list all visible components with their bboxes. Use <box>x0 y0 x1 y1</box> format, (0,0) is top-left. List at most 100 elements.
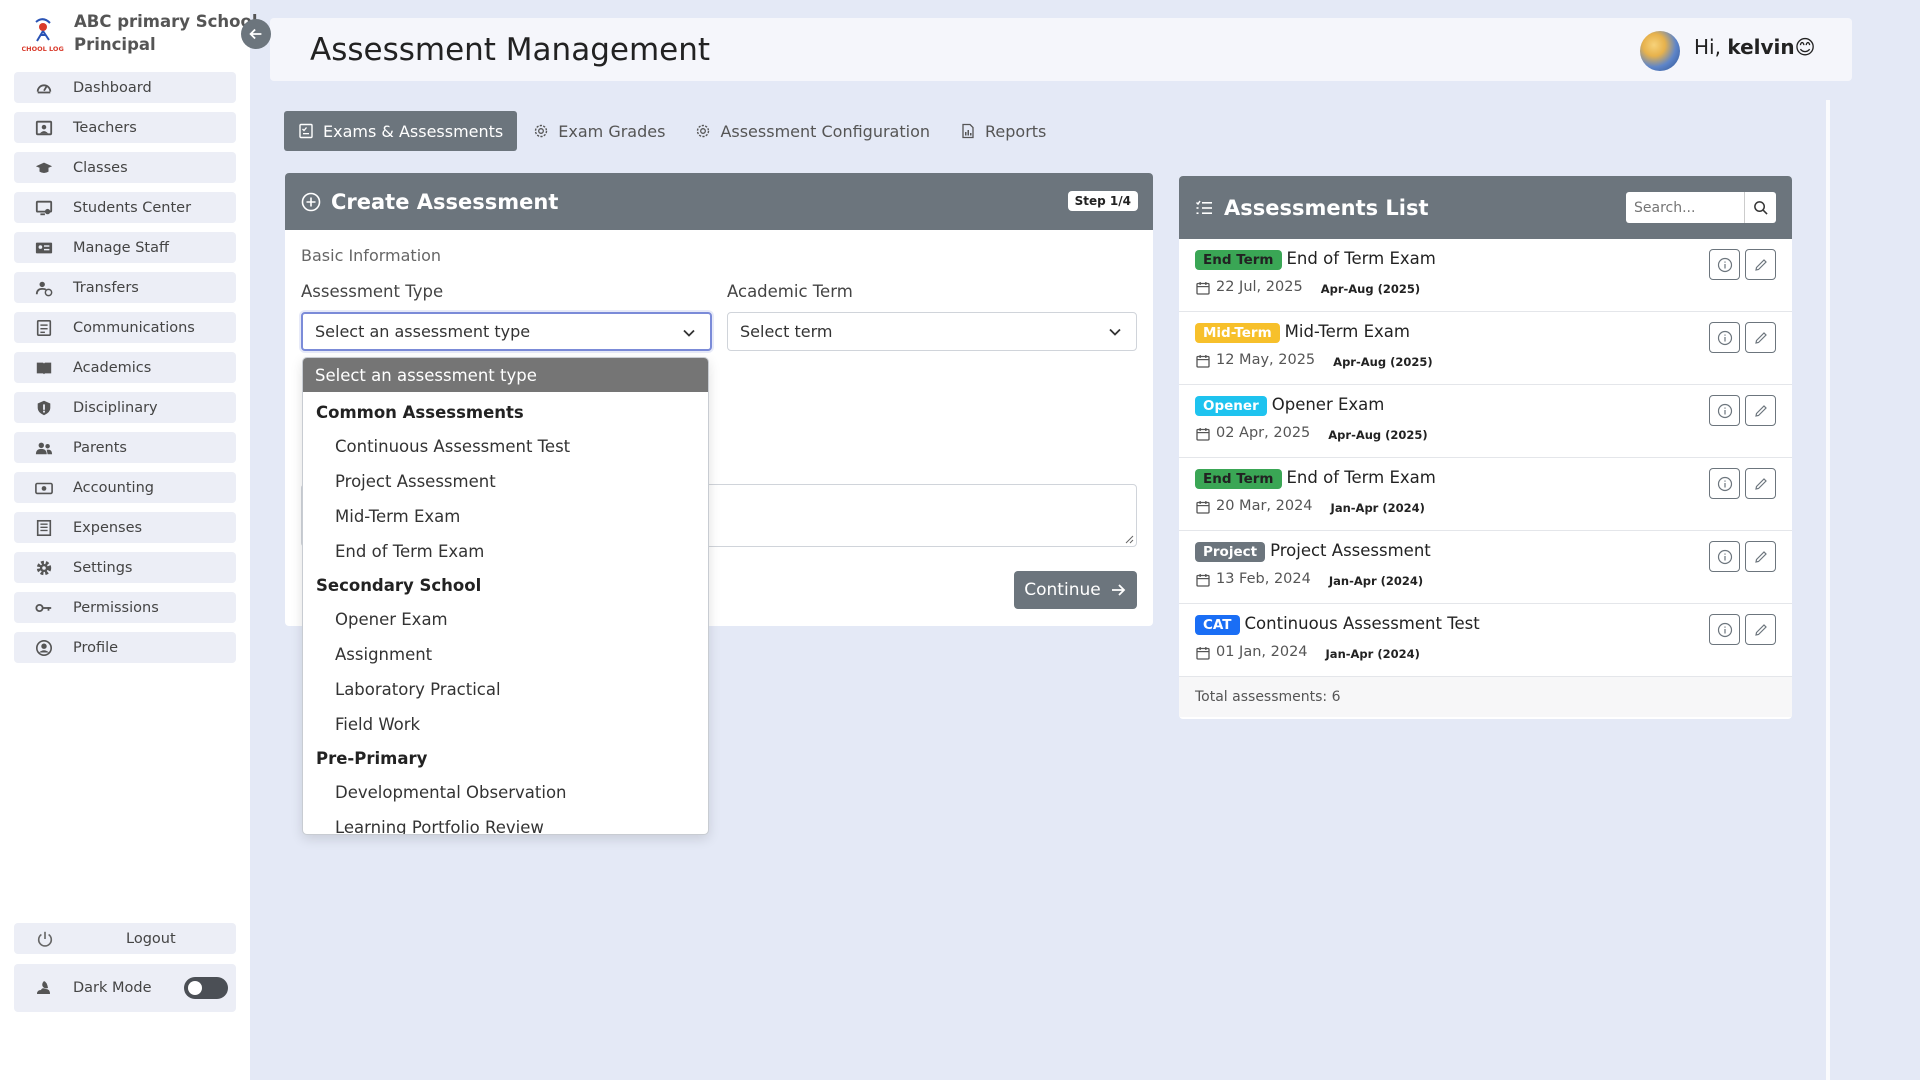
tab-exam-grades[interactable]: Exam Grades <box>519 111 679 151</box>
sidebar-item-accounting[interactable]: Accounting <box>14 472 236 503</box>
info-button[interactable] <box>1709 541 1740 572</box>
list-item[interactable]: End Term End of Term Exam 22 Jul, 2025 Apr-… <box>1179 239 1792 312</box>
assessment-name: End of Term Exam <box>1286 468 1436 487</box>
gear-icon <box>34 558 54 578</box>
money-icon <box>34 478 54 498</box>
sidebar-item-parents[interactable]: Parents <box>14 432 236 463</box>
sidebar-item-label: Dashboard <box>73 79 152 96</box>
dropdown-option[interactable]: Opener Exam <box>303 602 708 637</box>
sidebar-item-label: Permissions <box>73 599 159 616</box>
page-divider <box>1826 100 1830 1080</box>
dropdown-option[interactable]: Assignment <box>303 637 708 672</box>
tab-label: Assessment Configuration <box>720 121 931 141</box>
sidebar-item-label: Academics <box>73 359 152 376</box>
resize-handle-icon[interactable] <box>1124 534 1134 544</box>
sidebar-item-permissions[interactable]: Permissions <box>14 592 236 623</box>
dark-mode-row: Dark Mode <box>14 964 236 1012</box>
list-title: Assessments List <box>1224 195 1429 220</box>
pencil-icon <box>1754 477 1767 490</box>
list-item[interactable]: Mid-Term Mid-Term Exam 12 May, 2025 Apr-Aug… <box>1179 312 1792 385</box>
book-icon <box>34 358 54 378</box>
dropdown-option[interactable]: Project Assessment <box>303 464 708 499</box>
sidebar-item-dashboard[interactable]: Dashboard <box>14 72 236 103</box>
info-button[interactable] <box>1709 614 1740 645</box>
brand: SCHOOL LOGO ABC primary School Principal <box>22 10 258 60</box>
smile-emoji-icon: 😊 <box>1794 35 1816 59</box>
info-button[interactable] <box>1709 322 1740 353</box>
power-icon <box>37 931 53 947</box>
sidebar-item-settings[interactable]: Settings <box>14 552 236 583</box>
sidebar-item-manage-staff[interactable]: Manage Staff <box>14 232 236 263</box>
assessment-date: 01 Jan, 2024 <box>1216 644 1308 660</box>
calendar-icon <box>1196 500 1210 514</box>
collapse-sidebar-button[interactable] <box>241 19 271 49</box>
dropdown-option[interactable]: Field Work <box>303 707 708 742</box>
sidebar-item-profile[interactable]: Profile <box>14 632 236 663</box>
info-button[interactable] <box>1709 468 1740 499</box>
edit-button[interactable] <box>1745 614 1776 645</box>
select-value: Select term <box>740 322 833 341</box>
edit-button[interactable] <box>1745 468 1776 499</box>
assessment-type-badge: CAT <box>1195 615 1240 635</box>
search-input[interactable] <box>1626 192 1744 223</box>
sidebar-item-communications[interactable]: Communications <box>14 312 236 343</box>
list-item[interactable]: Project Project Assessment 13 Feb, 2024 Jan… <box>1179 531 1792 604</box>
assessment-date: 12 May, 2025 <box>1216 352 1316 368</box>
sidebar-item-label: Expenses <box>73 519 143 536</box>
chevron-down-icon <box>1108 325 1122 339</box>
continue-button[interactable]: Continue <box>1014 571 1137 609</box>
pencil-icon <box>1754 404 1767 417</box>
edit-button[interactable] <box>1745 541 1776 572</box>
logout-label: Logout <box>126 930 176 947</box>
receipt-icon <box>34 518 54 538</box>
edit-button[interactable] <box>1745 322 1776 353</box>
sidebar-item-expenses[interactable]: Expenses <box>14 512 236 543</box>
page-title: Assessment Management <box>310 32 711 68</box>
info-button[interactable] <box>1709 249 1740 280</box>
avatar[interactable] <box>1640 31 1680 71</box>
logout-button[interactable]: Logout <box>14 923 236 954</box>
report-icon <box>960 123 976 139</box>
dropdown-option[interactable]: End of Term Exam <box>303 534 708 569</box>
dropdown-option[interactable]: Learning Portfolio Review <box>303 810 708 834</box>
dropdown-option[interactable]: Mid-Term Exam <box>303 499 708 534</box>
dropdown-option-selected[interactable]: Select an assessment type <box>303 358 708 392</box>
dropdown-group-header: Pre-Primary <box>316 749 428 768</box>
academic-term-select[interactable]: Select term <box>727 312 1137 351</box>
assessment-type-select[interactable]: Select an assessment type <box>301 312 712 351</box>
plus-circle-icon <box>301 192 321 212</box>
sidebar-item-teachers[interactable]: Teachers <box>14 112 236 143</box>
sidebar-item-classes[interactable]: Classes <box>14 152 236 183</box>
tab-exams-assessments[interactable]: Exams & Assessments <box>284 111 518 151</box>
dropdown-option[interactable]: Laboratory Practical <box>303 672 708 707</box>
academic-term: Apr-Aug (2025) <box>1333 355 1433 369</box>
checklist-icon <box>298 123 314 139</box>
dark-mode-toggle[interactable] <box>184 977 228 999</box>
edit-button[interactable] <box>1745 249 1776 280</box>
info-icon <box>1717 476 1732 491</box>
dropdown-option[interactable]: Developmental Observation <box>303 775 708 810</box>
assessment-date: 13 Feb, 2024 <box>1216 571 1311 587</box>
key-icon <box>34 598 54 618</box>
assessment-name: Mid-Term Exam <box>1284 322 1410 341</box>
sidebar-item-academics[interactable]: Academics <box>14 352 236 383</box>
info-button[interactable] <box>1709 395 1740 426</box>
calendar-icon <box>1196 354 1210 368</box>
list-item[interactable]: CAT Continuous Assessment Test 01 Jan, 202… <box>1179 604 1792 677</box>
edit-button[interactable] <box>1745 395 1776 426</box>
assessment-name: Opener Exam <box>1271 395 1385 414</box>
list-item[interactable]: End Term End of Term Exam 20 Mar, 2024 Jan-… <box>1179 458 1792 531</box>
tab-assessment-configuration[interactable]: Assessment Configuration <box>681 111 944 151</box>
info-icon <box>1717 403 1732 418</box>
sidebar-item-label: Classes <box>73 159 128 176</box>
dropdown-option[interactable]: Continuous Assessment Test <box>303 429 708 464</box>
sidebar-item-disciplinary[interactable]: Disciplinary <box>14 392 236 423</box>
student-icon <box>34 198 54 218</box>
search-button[interactable] <box>1744 192 1776 223</box>
tab-reports[interactable]: Reports <box>946 111 1060 151</box>
search-icon <box>1754 201 1768 215</box>
tab-label: Exams & Assessments <box>323 121 504 141</box>
list-item[interactable]: Opener Opener Exam 02 Apr, 2025 Apr-Aug (20… <box>1179 385 1792 458</box>
sidebar-item-students-center[interactable]: Students Center <box>14 192 236 223</box>
sidebar-item-transfers[interactable]: Transfers <box>14 272 236 303</box>
